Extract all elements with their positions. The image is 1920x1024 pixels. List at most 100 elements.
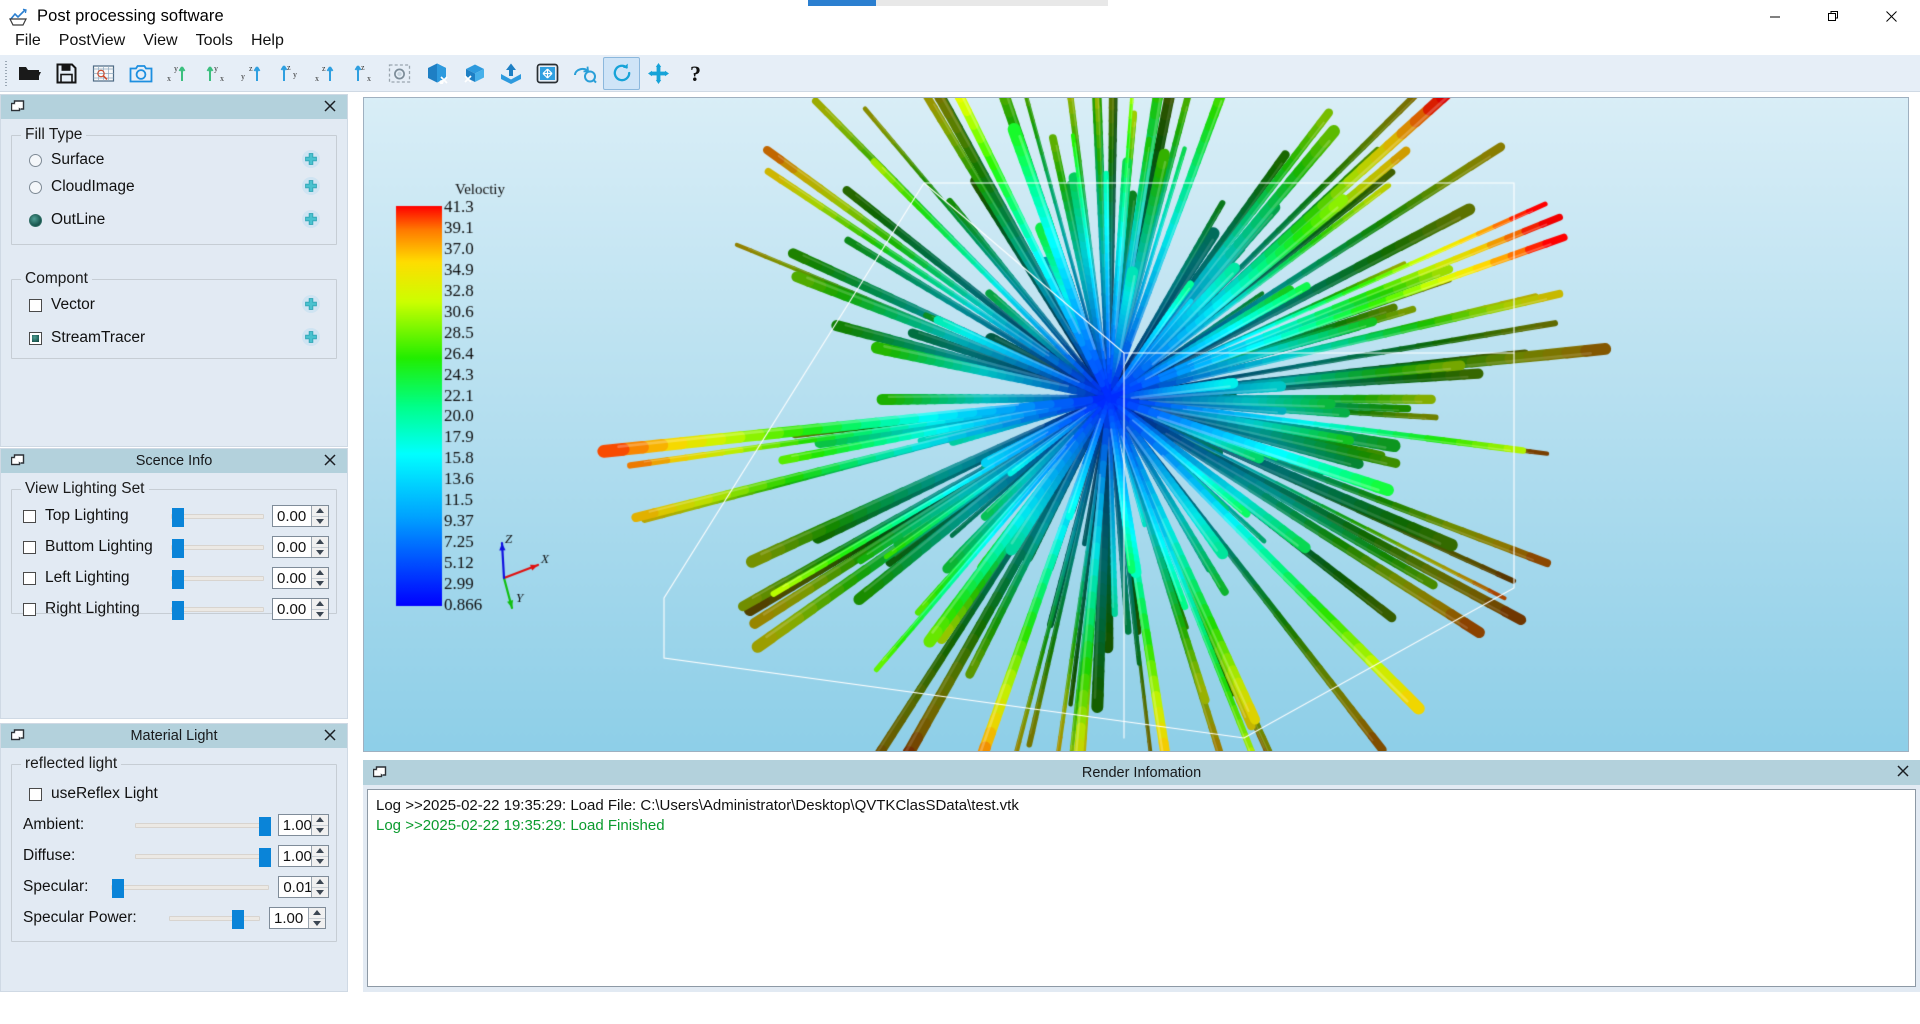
spin-specular-buttons[interactable] [310,877,328,898]
spin-buttom-lighting-buttons[interactable] [311,537,328,557]
checkbox-right-lighting[interactable] [23,602,36,616]
spin-top-lighting-up[interactable] [312,506,328,517]
slider-right-lighting[interactable] [171,600,264,620]
add-cloudimage-button[interactable] [302,177,320,195]
menu-tools[interactable]: Tools [187,30,242,52]
float-panel-icon[interactable] [11,100,25,114]
spin-top-lighting[interactable]: 0.00 [272,505,329,527]
checkbox-left-lighting[interactable] [23,571,36,585]
slider-specular-power[interactable] [169,909,260,929]
region-capture-button[interactable] [381,57,418,90]
add-surface-button[interactable] [302,150,320,168]
screenshot-button[interactable] [122,57,159,90]
slider-diffuse-handle[interactable] [259,847,272,867]
mesh-view-button[interactable] [85,57,122,90]
refresh-button[interactable] [603,56,640,90]
slider-diffuse[interactable] [135,847,272,867]
spin-ambient-up[interactable] [312,815,329,826]
export-button[interactable] [492,57,529,90]
spin-ambient[interactable]: 1.00 [277,814,330,836]
add-streamtracer-button[interactable] [302,328,320,346]
radio-surface[interactable]: Surface [29,149,104,171]
checkbox-use-reflex-light[interactable]: useReflex Light [29,783,158,805]
scence-info-close-icon[interactable] [322,452,338,468]
log-output-area[interactable]: Log >>2025-02-22 19:35:29: Load File: C:… [367,789,1916,987]
spin-right-lighting[interactable]: 0.00 [272,598,329,620]
fit-view-button[interactable] [529,57,566,90]
view-yx-button[interactable]: y x [196,57,233,90]
render-viewport[interactable] [363,97,1909,752]
slider-ambient[interactable] [135,816,272,836]
spin-diffuse-down[interactable] [312,857,328,867]
radio-outline-indicator[interactable] [29,213,42,227]
spin-ambient-down[interactable] [312,826,328,836]
help-button[interactable]: ? [677,57,714,90]
radio-outline[interactable]: OutLine [29,209,105,231]
spin-buttom-lighting[interactable]: 0.00 [272,536,329,558]
slider-left-lighting[interactable] [171,569,264,589]
view-zx-button[interactable]: z x [344,57,381,90]
material-light-titlebar[interactable]: Material Light [1,724,347,748]
slider-specular[interactable] [110,878,270,898]
spin-specular-down[interactable] [312,888,328,898]
spin-left-lighting-buttons[interactable] [311,568,328,588]
checkbox-top-lighting[interactable] [23,509,36,523]
slider-specular-power-handle[interactable] [232,909,244,929]
spin-diffuse[interactable]: 1.00 [277,845,330,867]
radio-cloudimage[interactable]: CloudImage [29,176,135,198]
view-xz-button[interactable]: x z [307,57,344,90]
spin-specular-power-buttons[interactable] [308,908,325,928]
slider-buttom-lighting[interactable] [171,538,264,558]
spin-ambient-buttons[interactable] [311,815,329,836]
render-information-titlebar[interactable]: Render Infomation [363,760,1920,785]
view-xy-negative-button[interactable]: x y [159,57,196,90]
slider-left-lighting-handle[interactable] [172,569,184,589]
render-information-close-icon[interactable] [1895,763,1911,779]
menu-file[interactable]: File [6,30,50,52]
checkbox-streamtracer[interactable]: StreamTracer [29,327,145,349]
spin-diffuse-buttons[interactable] [311,846,329,867]
add-outline-button[interactable] [302,210,320,228]
slider-specular-handle[interactable] [111,878,124,898]
reset-camera-button[interactable] [566,57,603,90]
checkbox-vector-indicator[interactable] [29,298,42,312]
view-zy-button[interactable]: z y [270,57,307,90]
checkbox-buttom-lighting[interactable] [23,540,36,554]
spin-buttom-lighting-down[interactable] [312,548,328,558]
spin-top-lighting-buttons[interactable] [311,506,328,526]
slice-cut-button[interactable] [455,57,492,90]
spin-specular-power-down[interactable] [309,919,325,929]
checkbox-streamtracer-indicator[interactable] [29,331,42,345]
scence-info-titlebar[interactable]: Scence Info [1,449,347,473]
checkbox-vector[interactable]: Vector [29,294,95,316]
spin-left-lighting[interactable]: 0.00 [272,567,329,589]
toolbar-drag-handle[interactable] [2,59,11,87]
spin-left-lighting-down[interactable] [312,579,328,589]
save-file-button[interactable] [48,57,85,90]
spin-right-lighting-down[interactable] [312,610,328,620]
menu-view[interactable]: View [134,30,186,52]
slider-buttom-lighting-handle[interactable] [172,538,184,558]
pan-move-button[interactable] [640,57,677,90]
spin-left-lighting-up[interactable] [312,568,328,579]
radio-surface-indicator[interactable] [29,153,42,167]
spin-specular-up[interactable] [311,877,328,888]
spin-diffuse-up[interactable] [312,846,329,857]
spin-specular-power-up[interactable] [309,908,325,919]
clip-cut-button[interactable] [418,57,455,90]
material-light-close-icon[interactable] [322,727,338,743]
properties-panel-titlebar[interactable] [1,95,347,119]
spin-specular[interactable]: 0.01 [278,876,329,898]
radio-cloudimage-indicator[interactable] [29,180,42,194]
spin-specular-power[interactable]: 1.00 [269,907,326,929]
checkbox-use-reflex-light-indicator[interactable] [29,787,42,801]
menu-help[interactable]: Help [242,30,293,52]
slider-ambient-handle[interactable] [259,816,272,836]
view-yz-button[interactable]: y z [233,57,270,90]
slider-top-lighting[interactable] [171,507,264,527]
open-file-button[interactable] [11,57,48,90]
slider-right-lighting-handle[interactable] [172,600,184,620]
streamtracer-visualization-canvas[interactable] [364,98,1908,751]
spin-right-lighting-buttons[interactable] [311,599,328,619]
menu-postview[interactable]: PostView [50,30,134,52]
